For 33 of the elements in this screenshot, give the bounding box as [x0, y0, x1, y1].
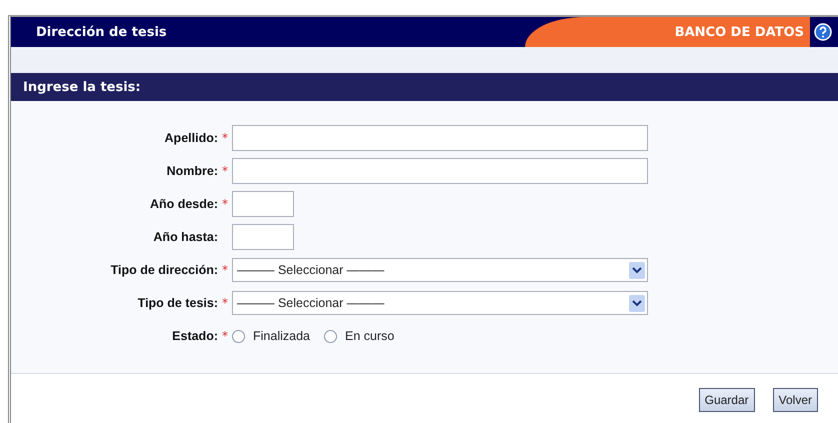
chevron-down-icon	[629, 262, 645, 278]
field-label: Tipo de tesis:	[138, 296, 218, 310]
radio-label: En curso	[344, 329, 394, 343]
required-mark: *	[222, 263, 228, 277]
text-field[interactable]	[232, 158, 648, 184]
field-label: Nombre:	[166, 164, 218, 178]
required-mark: *	[222, 296, 228, 310]
radio-button[interactable]	[232, 330, 245, 342]
required-mark: *	[222, 329, 228, 343]
year-field[interactable]	[232, 191, 294, 217]
required-mark: *	[222, 197, 228, 211]
field-label: Año desde:	[150, 197, 218, 211]
field-label: Año hasta:	[153, 230, 218, 244]
chevron-down-icon	[629, 294, 645, 312]
required-mark: *	[222, 164, 228, 178]
section-title: Ingrese la tesis:	[11, 73, 838, 101]
dropdown[interactable]: ——— Seleccionar ———	[232, 258, 648, 282]
radio-button[interactable]	[324, 330, 337, 342]
radio-option[interactable]: En curso	[324, 329, 394, 343]
help-icon[interactable]	[814, 23, 832, 41]
form-button[interactable]: Volver	[772, 388, 818, 412]
page-title: Dirección de tesis	[35, 24, 168, 40]
required-mark: *	[222, 131, 228, 145]
radio-label: Finalizada	[253, 329, 310, 343]
text-field[interactable]	[232, 125, 648, 151]
year-field[interactable]	[232, 224, 294, 250]
radio-option[interactable]: Finalizada	[232, 329, 310, 343]
dropdown[interactable]: ——— Seleccionar ———	[232, 291, 648, 315]
field-label: Estado:	[172, 329, 218, 343]
brand-text: BANCO DE DATOS	[674, 24, 804, 40]
field-label: Tipo de dirección:	[110, 263, 218, 277]
form-button[interactable]: Guardar	[698, 388, 755, 412]
field-label: Apellido:	[164, 131, 218, 145]
